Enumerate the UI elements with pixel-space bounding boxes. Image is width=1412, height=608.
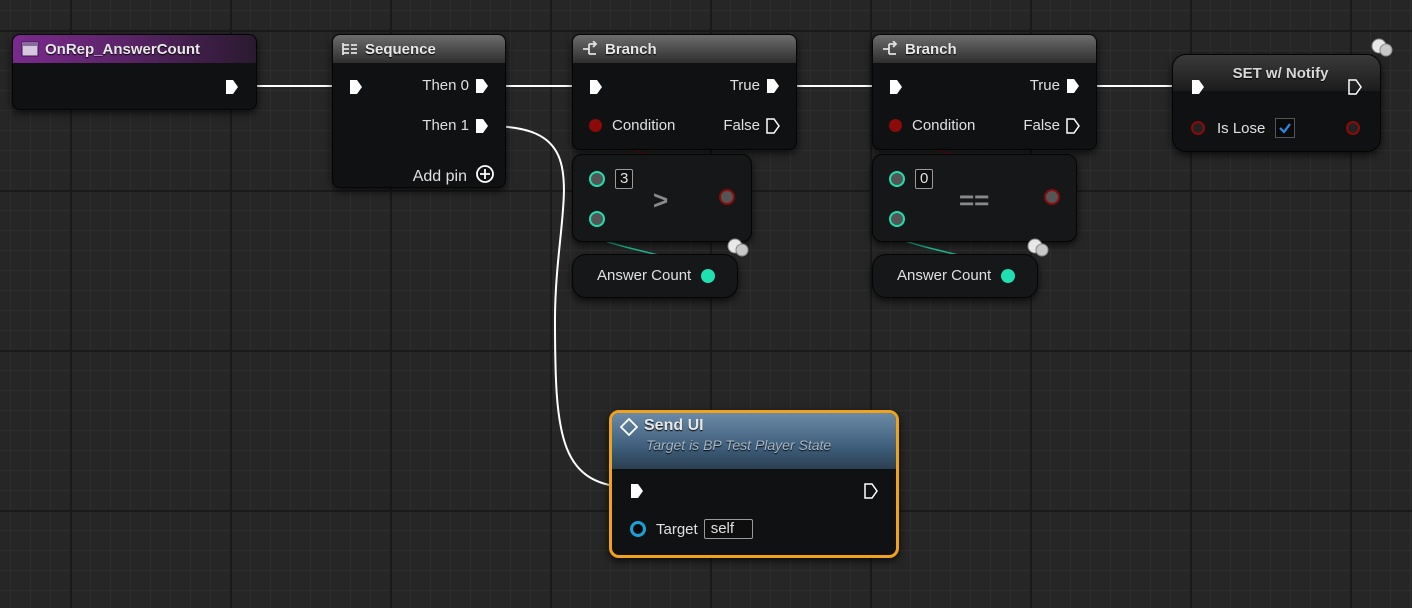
compare-equal-node[interactable]: 0 == xyxy=(872,154,1077,242)
branch1-condition-pin[interactable] xyxy=(589,119,602,132)
is-lose-output-pin[interactable] xyxy=(1346,121,1360,135)
compare-greater-node[interactable]: 3 > xyxy=(572,154,752,242)
sequence-node-title: Sequence xyxy=(365,40,436,58)
branch2-condition-pin[interactable] xyxy=(889,119,902,132)
add-pin-icon xyxy=(475,164,495,189)
event-icon xyxy=(21,41,39,57)
getter2-label: Answer Count xyxy=(897,267,992,284)
answer-count-getter-2[interactable]: Answer Count xyxy=(872,254,1038,298)
branch-icon xyxy=(881,40,899,57)
branch2-true-pin[interactable] xyxy=(1066,78,1080,94)
eq-output-pin[interactable] xyxy=(1044,189,1060,205)
send-ui-subtitle: Target is BP Test Player State xyxy=(646,437,832,453)
is-lose-label: Is Lose xyxy=(1217,119,1266,137)
gt-value-field[interactable]: 3 xyxy=(615,169,634,189)
function-icon xyxy=(619,417,639,437)
then1-exec-pin[interactable] xyxy=(475,118,489,134)
gt-input-b-pin[interactable] xyxy=(589,211,605,227)
branch2-condition-label: Condition xyxy=(912,117,976,134)
comment-bubble-icon[interactable] xyxy=(1026,238,1050,263)
is-lose-checkbox[interactable] xyxy=(1275,118,1296,138)
set-node-title: SET w/ Notify xyxy=(1232,64,1329,82)
send-ui-exec-in-pin[interactable] xyxy=(630,483,644,499)
send-ui-node[interactable]: Send UI Target is BP Test Player State T… xyxy=(609,410,899,558)
set-w-notify-node[interactable]: SET w/ Notify Is Lose xyxy=(1172,54,1381,152)
branch2-header: Branch xyxy=(873,35,1096,63)
exec-out-pin[interactable] xyxy=(225,79,239,95)
branch2-true-label: True xyxy=(1029,77,1060,94)
send-ui-exec-out-pin[interactable] xyxy=(864,483,878,499)
gt-output-pin[interactable] xyxy=(719,189,735,205)
exec-in-pin[interactable] xyxy=(349,79,363,95)
branch2-title: Branch xyxy=(905,40,957,58)
eq-input-b-pin[interactable] xyxy=(889,211,905,227)
getter1-output-pin[interactable] xyxy=(701,268,716,283)
branch1-false-pin[interactable] xyxy=(766,117,780,134)
branch2-false-pin[interactable] xyxy=(1066,117,1080,134)
branch1-true-label: True xyxy=(729,77,760,94)
branch2-false-label: False xyxy=(1023,117,1060,134)
then0-label: Then 0 xyxy=(422,77,469,94)
answer-count-getter-1[interactable]: Answer Count xyxy=(572,254,738,298)
branch1-exec-in-pin[interactable] xyxy=(589,79,603,95)
event-node-title: OnRep_AnswerCount xyxy=(45,40,201,58)
eq-operator: == xyxy=(959,185,990,215)
set-exec-in-pin[interactable] xyxy=(1191,79,1205,95)
branch1-true-pin[interactable] xyxy=(766,78,780,94)
gt-operator: > xyxy=(653,185,669,215)
branch1-title: Branch xyxy=(605,40,657,58)
branch-node-2[interactable]: Branch Condition True False xyxy=(872,34,1097,150)
is-lose-input-pin[interactable] xyxy=(1191,121,1205,135)
branch-icon xyxy=(581,40,599,57)
sequence-node-header: Sequence xyxy=(333,35,505,63)
gt-input-a-pin[interactable] xyxy=(589,171,605,187)
target-value-field[interactable]: self xyxy=(703,519,754,539)
branch1-header: Branch xyxy=(573,35,796,63)
then0-exec-pin[interactable] xyxy=(475,78,489,94)
target-label: Target xyxy=(656,520,698,538)
getter2-output-pin[interactable] xyxy=(1001,268,1016,283)
comment-bubble-icon[interactable] xyxy=(726,238,750,263)
branch1-condition-label: Condition xyxy=(612,117,676,134)
target-input-pin[interactable] xyxy=(630,521,646,537)
send-ui-header: Send UI Target is BP Test Player State xyxy=(612,413,896,469)
event-node-onrep-answercount[interactable]: OnRep_AnswerCount xyxy=(12,34,257,110)
branch1-false-label: False xyxy=(723,117,760,134)
getter1-label: Answer Count xyxy=(597,267,692,284)
sequence-icon xyxy=(341,41,359,57)
event-node-header: OnRep_AnswerCount xyxy=(13,35,256,63)
branch2-exec-in-pin[interactable] xyxy=(889,79,903,95)
add-pin-label: Add pin xyxy=(412,167,467,185)
then1-label: Then 1 xyxy=(422,117,469,134)
set-exec-out-pin[interactable] xyxy=(1348,79,1362,95)
add-pin-button[interactable]: Add pin xyxy=(413,164,495,189)
branch-node-1[interactable]: Branch Condition True False xyxy=(572,34,797,150)
eq-input-a-pin[interactable] xyxy=(889,171,905,187)
send-ui-title: Send UI xyxy=(644,417,704,434)
eq-value-field[interactable]: 0 xyxy=(915,169,934,189)
sequence-node[interactable]: Sequence Then 0 Then 1 Add pin xyxy=(332,34,506,188)
comment-bubble-icon[interactable] xyxy=(1370,38,1394,63)
